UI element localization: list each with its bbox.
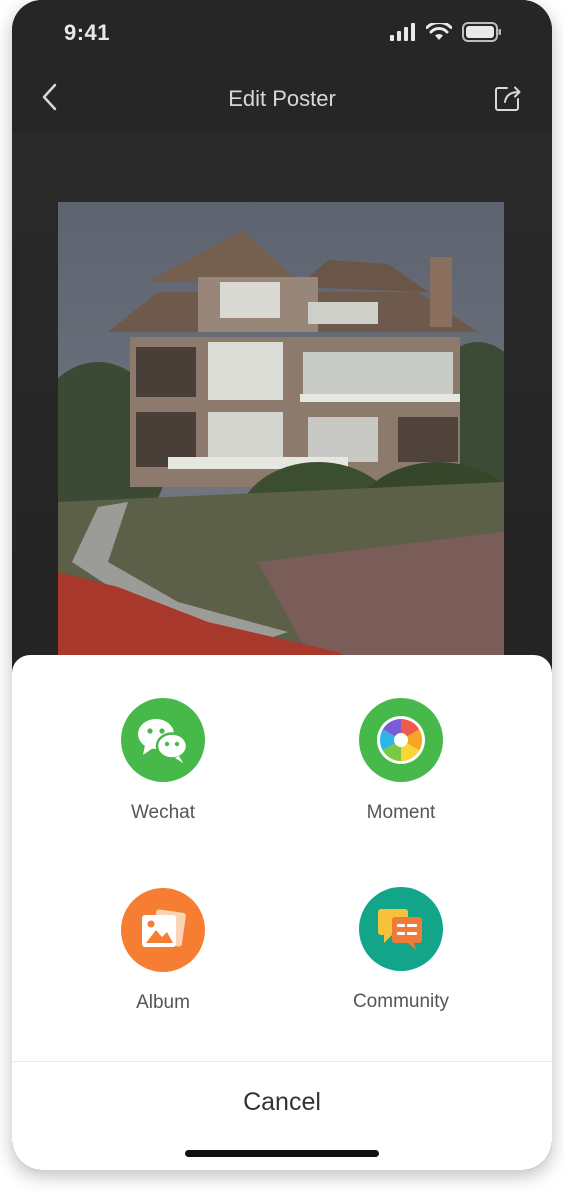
share-option-label: Wechat: [130, 802, 196, 823]
share-option-label: Moment: [366, 802, 436, 823]
house-photo: [58, 202, 504, 672]
share-option-moment[interactable]: Moment: [301, 698, 501, 824]
battery-icon: [462, 22, 502, 47]
nav-bar: Edit Poster: [12, 66, 552, 132]
moment-aperture-icon: [359, 698, 443, 782]
home-indicator: [185, 1150, 379, 1157]
phone-frame: 9:41 Edit Poster Wechat Moment Album Com…: [12, 0, 552, 1170]
wechat-icon: [121, 698, 205, 782]
share-option-label: Community: [352, 991, 450, 1012]
share-option-album[interactable]: Album: [63, 888, 263, 1014]
community-icon: [359, 887, 443, 971]
share-button[interactable]: [490, 82, 526, 118]
signal-icon: [390, 23, 416, 46]
wifi-icon: [425, 21, 453, 46]
page-title: Edit Poster: [228, 86, 336, 111]
share-icon: [493, 83, 523, 118]
share-option-wechat[interactable]: Wechat: [63, 698, 263, 824]
album-icon: [121, 888, 205, 972]
poster-image[interactable]: [58, 202, 504, 672]
status-bar: 9:41: [12, 0, 552, 66]
status-time: 9:41: [64, 20, 111, 45]
cancel-button[interactable]: Cancel: [12, 1062, 552, 1142]
share-sheet: Wechat Moment Album Community Cancel: [12, 655, 552, 1170]
share-options: Wechat Moment Album Community: [12, 655, 552, 1055]
share-option-community[interactable]: Community: [301, 887, 501, 1013]
share-option-label: Album: [136, 992, 190, 1013]
status-icons: [390, 21, 502, 47]
